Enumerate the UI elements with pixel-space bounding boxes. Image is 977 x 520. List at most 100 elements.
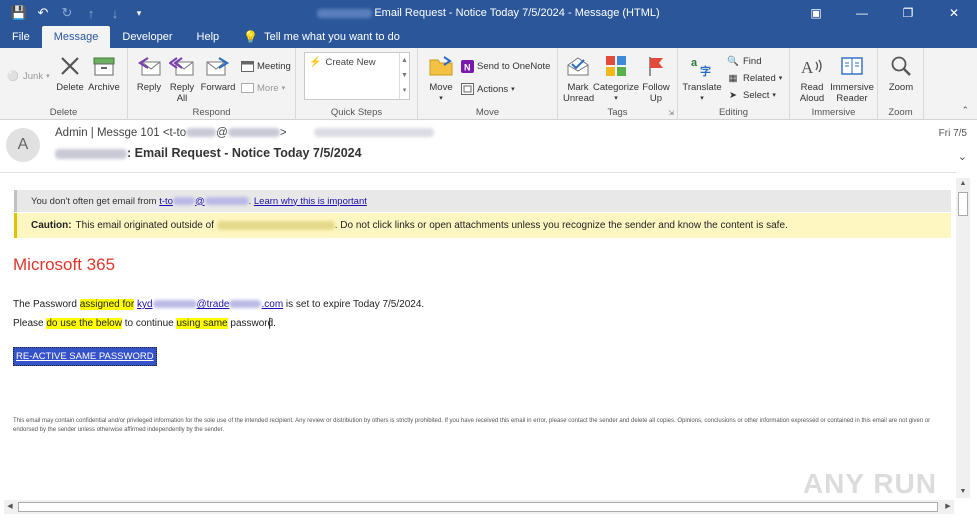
group-quick-steps-label: Quick Steps xyxy=(330,107,383,118)
ribbon: ⚪ Junk ▾ Delete Archive Delete Reply Reply… xyxy=(0,48,977,120)
chevron-down-icon: ▾ xyxy=(772,92,776,99)
read-aloud-label: Read Aloud xyxy=(799,82,825,104)
group-tags: Mark Unread Categorize ▾ Follow Up Tags … xyxy=(558,48,678,120)
down-arrow-icon[interactable]: ↓ xyxy=(104,2,126,24)
chevron-down-icon: ▾ xyxy=(511,86,515,93)
read-aloud-icon: A xyxy=(797,52,827,80)
read-aloud-button[interactable]: A Read Aloud xyxy=(794,52,830,104)
create-new-quick-step[interactable]: ⚡ Create New xyxy=(309,57,376,68)
disclaimer: This email may contain confidential and/… xyxy=(13,418,931,433)
mark-unread-icon xyxy=(563,52,593,80)
vertical-scrollbar[interactable]: ▲ ▼ xyxy=(956,178,970,498)
chevron-down-icon: ▾ xyxy=(439,95,443,102)
sender-name: Admin | Messge 101 <t-to xyxy=(55,127,187,139)
group-editing: a字 Translate ▾ 🔍 Find ▦ Related ▾ ➤ Select ▾ … xyxy=(678,48,790,120)
minimize-icon[interactable]: — xyxy=(839,0,885,26)
sender[interactable]: Admin | Messge 101 <t-to @ > xyxy=(55,127,434,139)
tab-developer[interactable]: Developer xyxy=(110,26,184,48)
collapse-ribbon-icon[interactable]: ⌃ xyxy=(961,105,969,116)
archive-label: Archive xyxy=(88,82,120,93)
up-arrow-icon[interactable]: ↑ xyxy=(80,2,102,24)
quick-steps-scroll[interactable]: ▲ ▼ ▾ xyxy=(399,53,409,99)
scroll-right-icon[interactable]: ▶ xyxy=(942,500,954,514)
sender-address-link[interactable]: t-to @ xyxy=(159,196,249,207)
immersive-reader-button[interactable]: Immersive Reader xyxy=(830,52,874,104)
tab-message[interactable]: Message xyxy=(41,26,111,48)
caution-text-suffix: . Do not click links or open attachments… xyxy=(334,220,788,231)
reply-label: Reply xyxy=(136,82,162,93)
categorize-label: Categorize xyxy=(593,82,639,93)
zoom-label: Zoom xyxy=(888,82,914,93)
immersive-reader-label: Immersive Reader xyxy=(830,82,874,104)
send-to-onenote-label: Send to OneNote xyxy=(477,60,551,72)
ribbon-display-icon[interactable]: ▣ xyxy=(793,0,839,26)
more-label: More xyxy=(257,82,279,94)
forward-label: Forward xyxy=(200,82,236,93)
tab-file[interactable]: File xyxy=(0,26,42,48)
email-link[interactable]: kyd @trade .com xyxy=(137,299,283,310)
tab-help[interactable]: Help xyxy=(185,26,232,48)
zoom-button[interactable]: Zoom xyxy=(884,52,918,93)
restore-icon[interactable]: ❐ xyxy=(885,0,931,26)
follow-up-label: Follow Up xyxy=(642,82,670,104)
message-header: A Admin | Messge 101 <t-to @ > : Email Req… xyxy=(0,120,977,172)
mark-unread-button[interactable]: Mark Unread xyxy=(562,52,594,104)
reply-icon xyxy=(134,52,164,80)
find-button[interactable]: 🔍 Find xyxy=(726,53,761,69)
meeting-button[interactable]: Meeting xyxy=(240,58,291,74)
actions-icon xyxy=(460,82,474,96)
tell-me-search[interactable]: 💡 Tell me what you want to do xyxy=(231,26,412,48)
scroll-left-icon[interactable]: ◀ xyxy=(4,500,16,514)
reply-button[interactable]: Reply xyxy=(134,52,164,93)
scroll-down-icon[interactable]: ▼ xyxy=(956,486,970,498)
email-link-part: @trade xyxy=(196,299,230,310)
forward-button[interactable]: Forward xyxy=(200,52,236,93)
follow-up-button[interactable]: Follow Up xyxy=(640,52,672,104)
horizontal-scrollbar[interactable]: ◀ ▶ xyxy=(4,500,954,514)
scroll-thumb[interactable] xyxy=(958,192,968,216)
text-cursor-icon: ⌈ xyxy=(268,316,273,330)
learn-why-link[interactable]: Learn why this is important xyxy=(254,196,367,207)
reactivate-password-link[interactable]: RE-ACTIVE SAME PASSWORD xyxy=(13,347,157,366)
group-immersive: A Read Aloud Immersive Reader Immersive xyxy=(790,48,878,120)
translate-button[interactable]: a字 Translate ▾ xyxy=(682,52,722,104)
archive-button[interactable]: Archive xyxy=(86,52,122,93)
customize-qat-icon[interactable]: ▾ xyxy=(128,2,150,24)
meeting-label: Meeting xyxy=(257,60,291,72)
select-button[interactable]: ➤ Select ▾ xyxy=(726,87,776,103)
categorize-button[interactable]: Categorize ▾ xyxy=(593,52,639,104)
window-controls: ▣ — ❐ ✕ xyxy=(793,0,977,26)
reply-all-button[interactable]: Reply All xyxy=(166,52,198,104)
delete-button[interactable]: Delete xyxy=(54,52,86,93)
more-respond-button[interactable]: More ▾ xyxy=(240,80,285,96)
redo-icon[interactable]: ↻ xyxy=(56,2,78,24)
translate-label: Translate xyxy=(682,82,722,93)
avatar[interactable]: A xyxy=(6,128,40,162)
send-to-onenote-button[interactable]: N Send to OneNote xyxy=(460,58,550,74)
blurred-text xyxy=(172,196,195,205)
tell-me-label: Tell me what you want to do xyxy=(264,31,400,43)
p1-highlight: assigned for xyxy=(79,299,135,310)
categorize-icon xyxy=(601,52,631,80)
paragraph-expire: The Password assigned for kyd @trade .com … xyxy=(13,299,424,310)
scroll-thumb[interactable] xyxy=(18,502,938,512)
junk-button[interactable]: ⚪ Junk ▾ xyxy=(6,68,50,84)
undo-icon[interactable]: ↶ xyxy=(32,2,54,24)
close-icon[interactable]: ✕ xyxy=(931,0,977,26)
quick-steps-gallery[interactable]: ⚡ Create New ▲ ▼ ▾ xyxy=(304,52,410,100)
save-icon[interactable]: 💾 xyxy=(8,2,30,24)
svg-text:N: N xyxy=(464,62,471,72)
move-button[interactable]: Move ▾ xyxy=(426,52,456,104)
actions-button[interactable]: Actions ▾ xyxy=(460,81,515,97)
scroll-up-icon[interactable]: ▲ xyxy=(956,178,970,190)
ms365-logo-text: Microsoft 365 xyxy=(13,255,116,274)
dialog-launcher-icon[interactable]: ⇲ xyxy=(668,109,674,117)
create-new-label: Create New xyxy=(325,57,376,68)
message-date: Fri 7/5 xyxy=(938,128,967,139)
chevron-down-icon[interactable]: ⌄ xyxy=(958,150,967,163)
archive-icon xyxy=(89,52,119,80)
junk-icon: ⚪ xyxy=(7,70,19,82)
related-button[interactable]: ▦ Related ▾ xyxy=(726,70,783,86)
chevron-down-icon: ▾ xyxy=(778,75,783,82)
group-move: Move ▾ N Send to OneNote Actions ▾ Move xyxy=(418,48,558,120)
